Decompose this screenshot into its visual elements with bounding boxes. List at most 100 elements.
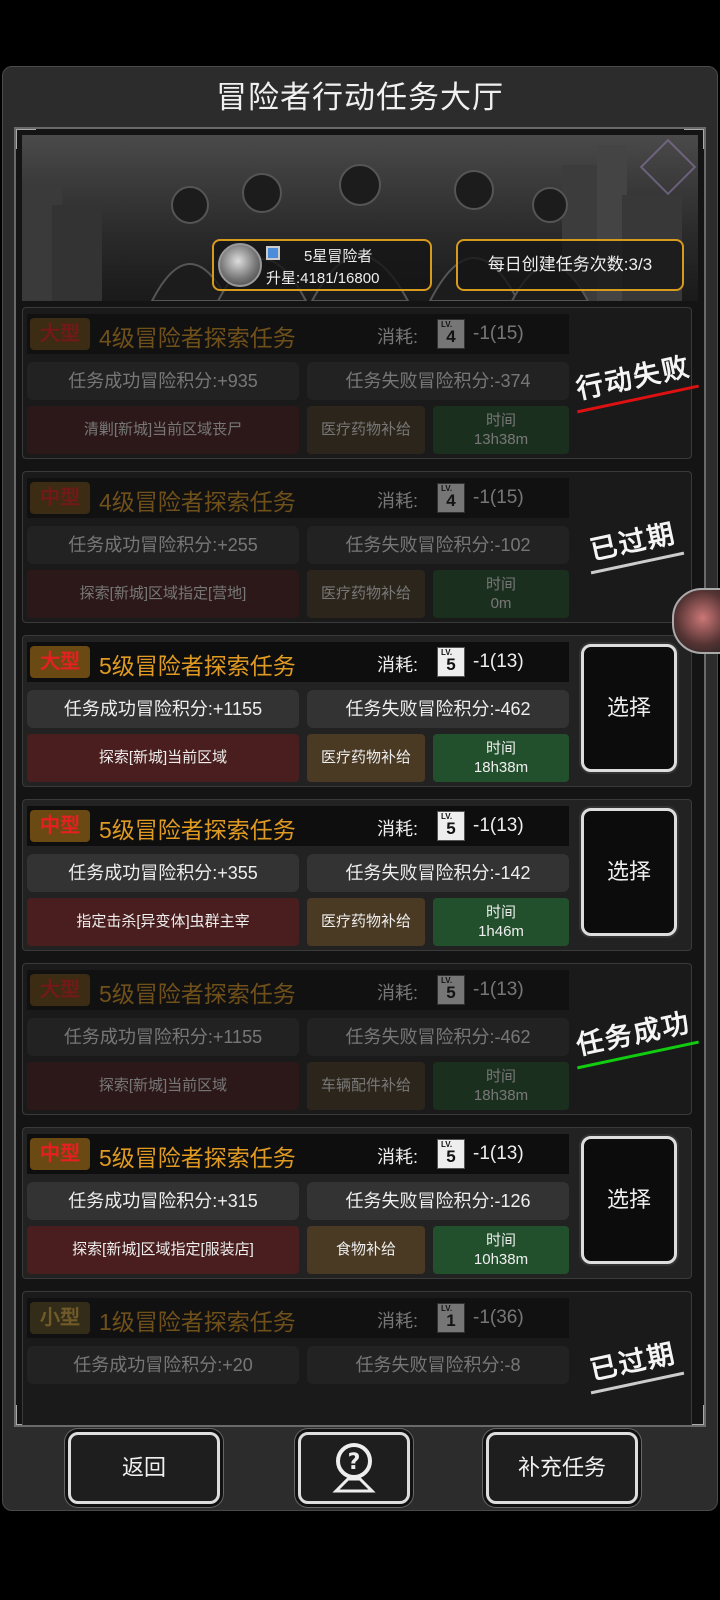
supply-reward: 医疗药物补给 — [307, 898, 425, 946]
help-button[interactable]: ? — [298, 1432, 410, 1504]
supply-reward: 医疗药物补给 — [307, 570, 425, 618]
mission-title: 5级冒险者探索任务 — [99, 653, 296, 679]
mission-card: 大型 4级冒险者探索任务 消耗: LV. 4 -1(15) 任务成功冒险积分:+9… — [22, 307, 694, 459]
time-label: 时间 — [485, 1232, 516, 1249]
task-objective: 探索[新城]当前区域 — [27, 1062, 299, 1110]
time-value: 0m — [490, 595, 512, 612]
select-button[interactable]: 选择 — [581, 808, 677, 936]
rank-progress: 升星:4181/16800 — [266, 270, 380, 287]
mission-title: 4级冒险者探索任务 — [99, 489, 296, 515]
supply-reward: 医疗药物补给 — [307, 406, 425, 454]
cost-label: 消耗: — [377, 1147, 419, 1167]
page-title: 冒险者行动任务大厅 — [216, 80, 504, 115]
avatar — [218, 243, 262, 287]
mission-title: 5级冒险者探索任务 — [99, 817, 296, 843]
time-label: 时间 — [485, 1068, 516, 1085]
time-remaining: 时间 10h38m — [433, 1226, 569, 1274]
mission-status-stamp: 任务成功 — [572, 1000, 694, 1062]
time-remaining: 时间 18h38m — [433, 1062, 569, 1110]
level-card-icon: LV. 4 — [437, 483, 465, 513]
svg-text:?: ? — [348, 1450, 361, 1475]
mission-header: 中型 5级冒险者探索任务 消耗: LV. 5 -1(13) — [27, 806, 569, 846]
fail-points: 任务失败冒险积分:-462 — [307, 1018, 569, 1056]
mission-size-tag: 中型 — [30, 482, 90, 514]
mission-header: 中型 5级冒险者探索任务 消耗: LV. 5 -1(13) — [27, 1134, 569, 1174]
cost-value: -1(13) — [473, 815, 524, 836]
floating-avatar-button[interactable] — [672, 588, 720, 654]
fail-points: 任务失败冒险积分:-102 — [307, 526, 569, 564]
mission-card: 小型 1级冒险者探索任务 消耗: LV. 1 -1(36) 任务成功冒险积分:+2… — [22, 1291, 692, 1425]
level-card-icon: LV. 5 — [437, 647, 465, 677]
success-points: 任务成功冒险积分:+1155 — [27, 1018, 299, 1056]
mission-size-tag: 中型 — [30, 810, 90, 842]
supply-reward: 医疗药物补给 — [307, 734, 425, 782]
success-points: 任务成功冒险积分:+355 — [27, 854, 299, 892]
mission-size-tag: 中型 — [30, 1138, 90, 1170]
cost-label: 消耗: — [377, 1311, 419, 1331]
help-question-icon: ? — [332, 1443, 376, 1493]
adventurer-banner: 5星冒险者 升星:4181/16800 每日创建任务次数:3/3 — [22, 135, 698, 301]
fail-points: 任务失败冒险积分:-374 — [307, 362, 569, 400]
cost-value: -1(13) — [473, 979, 524, 1000]
mission-card: 中型 4级冒险者探索任务 消耗: LV. 4 -1(15) 任务成功冒险积分:+2… — [22, 471, 692, 623]
back-button[interactable]: 返回 — [68, 1432, 220, 1504]
time-label: 时间 — [485, 576, 516, 593]
time-remaining: 时间 0m — [433, 570, 569, 618]
mission-list-frame: 5星冒险者 升星:4181/16800 每日创建任务次数:3/3 大型 4级冒险… — [14, 127, 706, 1427]
cost-label: 消耗: — [377, 819, 419, 839]
mission-title: 5级冒险者探索任务 — [99, 981, 296, 1007]
mission-size-tag: 大型 — [30, 974, 90, 1006]
cost-value: -1(36) — [473, 1307, 524, 1328]
mission-status-stamp: 已过期 — [586, 511, 679, 567]
success-points: 任务成功冒险积分:+315 — [27, 1182, 299, 1220]
time-remaining: 时间 18h38m — [433, 734, 569, 782]
mission-header: 大型 5级冒险者探索任务 消耗: LV. 5 -1(13) — [27, 642, 569, 682]
daily-quota: 每日创建任务次数:3/3 — [456, 239, 684, 291]
mission-card[interactable]: 中型 5级冒险者探索任务 消耗: LV. 5 -1(13) 任务成功冒险积分:+3… — [22, 799, 692, 951]
success-points: 任务成功冒险积分:+935 — [27, 362, 299, 400]
rank-badge: 5星冒险者 升星:4181/16800 — [212, 239, 432, 291]
mission-card: 大型 5级冒险者探索任务 消耗: LV. 5 -1(13) 任务成功冒险积分:+1… — [22, 963, 694, 1115]
cost-value: -1(13) — [473, 651, 524, 672]
mission-title: 5级冒险者探索任务 — [99, 1145, 296, 1171]
mission-card[interactable]: 中型 5级冒险者探索任务 消耗: LV. 5 -1(13) 任务成功冒险积分:+3… — [22, 1127, 692, 1279]
fail-points: 任务失败冒险积分:-8 — [307, 1346, 569, 1384]
cost-label: 消耗: — [377, 327, 419, 347]
mission-card[interactable]: 大型 5级冒险者探索任务 消耗: LV. 5 -1(13) 任务成功冒险积分:+1… — [22, 635, 692, 787]
supply-reward: 车辆配件补给 — [307, 1062, 425, 1110]
mission-header: 小型 1级冒险者探索任务 消耗: LV. 1 -1(36) — [27, 1298, 569, 1338]
fail-points: 任务失败冒险积分:-142 — [307, 854, 569, 892]
level-card-icon: LV. 5 — [437, 811, 465, 841]
time-value: 13h38m — [473, 431, 529, 448]
cost-value: -1(13) — [473, 1143, 524, 1164]
level-card-icon: LV. 4 — [437, 319, 465, 349]
success-points: 任务成功冒险积分:+20 — [27, 1346, 299, 1384]
mission-status-stamp: 已过期 — [586, 1331, 679, 1387]
time-label: 时间 — [485, 904, 516, 921]
cost-label: 消耗: — [377, 655, 419, 675]
cost-label: 消耗: — [377, 983, 419, 1003]
select-button[interactable]: 选择 — [581, 1136, 677, 1264]
level-card-icon: LV. 1 — [437, 1303, 465, 1333]
mission-size-tag: 小型 — [30, 1302, 90, 1334]
mission-header: 大型 4级冒险者探索任务 消耗: LV. 4 -1(15) — [27, 314, 569, 354]
fail-points: 任务失败冒险积分:-126 — [307, 1182, 569, 1220]
level-card-icon: LV. 5 — [437, 1139, 465, 1169]
mission-title: 4级冒险者探索任务 — [99, 325, 296, 351]
time-value: 18h38m — [473, 1087, 529, 1104]
time-remaining: 时间 1h46m — [433, 898, 569, 946]
cost-value: -1(15) — [473, 323, 524, 344]
task-objective: 指定击杀[异变体]虫群主宰 — [27, 898, 299, 946]
mission-status-stamp: 行动失败 — [572, 344, 694, 406]
time-label: 时间 — [485, 412, 516, 429]
select-button[interactable]: 选择 — [581, 644, 677, 772]
task-objective: 探索[新城]区域指定[服装店] — [27, 1226, 299, 1274]
rank-title: 5星冒险者 — [304, 248, 373, 265]
mission-header: 中型 4级冒险者探索任务 消耗: LV. 4 -1(15) — [27, 478, 569, 518]
mission-header: 大型 5级冒险者探索任务 消耗: LV. 5 -1(13) — [27, 970, 569, 1010]
task-objective: 清剿[新城]当前区域丧尸 — [27, 406, 299, 454]
mission-title: 1级冒险者探索任务 — [99, 1309, 296, 1335]
refill-mission-button[interactable]: 补充任务 — [486, 1432, 638, 1504]
task-objective: 探索[新城]当前区域 — [27, 734, 299, 782]
fail-points: 任务失败冒险积分:-462 — [307, 690, 569, 728]
